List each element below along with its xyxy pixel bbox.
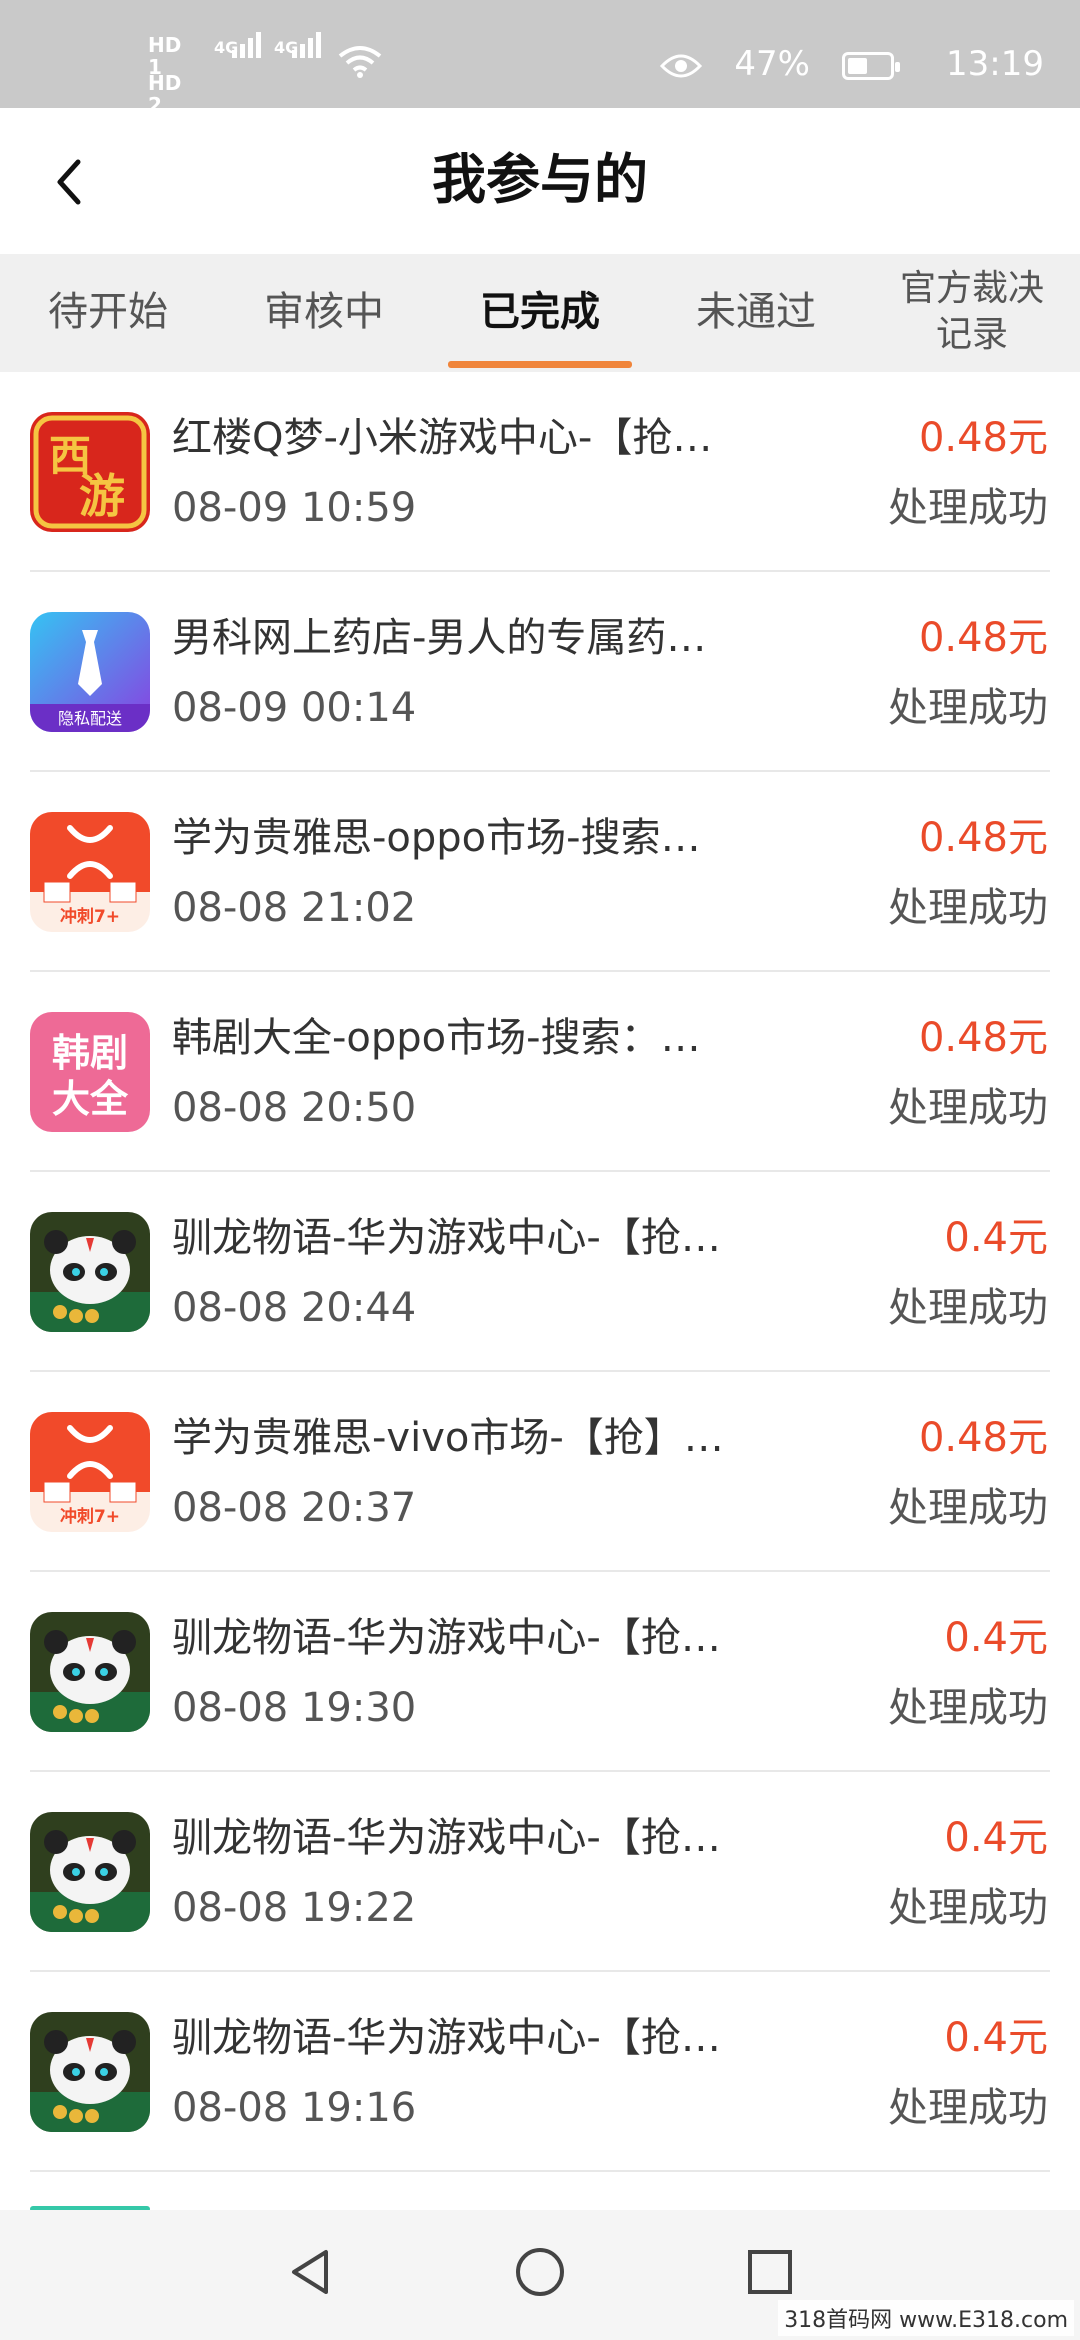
record-status: 处理成功	[888, 685, 1048, 731]
record-title: 红楼Q梦-小米游戏中心-【抢…	[172, 415, 713, 461]
svg-text:游: 游	[79, 469, 125, 523]
svg-text:韩剧: 韩剧	[52, 1031, 128, 1075]
record-amount: 0.4元	[944, 1615, 1048, 1661]
svg-text:隐私配送: 隐私配送	[58, 709, 122, 728]
tab-label: 官方裁决 记录	[899, 268, 1044, 355]
record-amount: 0.4元	[944, 1215, 1048, 1261]
wifi-icon	[338, 46, 382, 78]
record-status: 处理成功	[888, 2085, 1048, 2131]
row-divider	[30, 2170, 1050, 2172]
record-status: 处理成功	[888, 1485, 1048, 1531]
record-row[interactable]: 冲刺7+ 学为贵雅思-vivo市场-【抢】… 08-08 20:37 0.48元处理成…	[0, 1372, 1080, 1572]
record-row[interactable]: 驯龙物语-华为游戏中心-【抢… 08-08 19:22 0.4元处理成功	[0, 1772, 1080, 1972]
battery-icon	[842, 52, 900, 80]
xuewei-app-icon: 冲刺7+	[30, 1412, 150, 1532]
battery-percent: 47%	[734, 44, 810, 84]
record-row[interactable]: 隐私配送 男科网上药店-男人的专属药… 08-09 00:14 0.48元处理成功	[0, 572, 1080, 772]
xunlong-app-icon	[30, 1612, 150, 1732]
home-circle-icon[interactable]	[490, 2222, 590, 2322]
record-row[interactable]: 驯龙物语-华为游戏中心-【抢… 08-08 20:44 0.4元处理成功	[0, 1172, 1080, 1372]
record-amount: 0.48元	[918, 1015, 1048, 1061]
xunlong-app-icon	[30, 1812, 150, 1932]
record-title: 学为贵雅思-oppo市场-搜索…	[172, 815, 701, 861]
record-row[interactable]: 驯龙物语-华为游戏中心-【抢… 08-08 19:30 0.4元处理成功	[0, 1572, 1080, 1772]
record-status: 处理成功	[888, 1085, 1048, 1131]
record-time: 08-08 19:22	[172, 1885, 417, 1931]
tab-label: 审核中	[264, 289, 384, 335]
record-time: 08-08 19:16	[172, 2085, 417, 2131]
svg-text:冲刺7+: 冲刺7+	[60, 1506, 120, 1527]
app-header: 我参与的	[0, 108, 1080, 254]
tab-3[interactable]: 未通过	[648, 254, 864, 372]
active-tab-indicator	[448, 361, 632, 368]
record-time: 08-08 20:37	[172, 1485, 417, 1531]
nanke-app-icon: 隐私配送	[30, 612, 150, 732]
record-time: 08-08 20:44	[172, 1285, 417, 1331]
eye-icon	[660, 54, 702, 78]
tab-2[interactable]: 已完成	[432, 254, 648, 372]
record-title: 驯龙物语-华为游戏中心-【抢…	[172, 1215, 721, 1261]
record-amount: 0.4元	[944, 2015, 1048, 2061]
record-row[interactable]: 冲刺7+ 学为贵雅思-oppo市场-搜索… 08-08 21:02 0.48元处理成功	[0, 772, 1080, 972]
watermark: 318首码网 www.E318.com	[778, 2300, 1074, 2336]
record-row[interactable]: 西游红楼Q梦-小米游戏中心-【抢… 08-09 10:59 0.48元处理成功	[0, 372, 1080, 572]
record-status: 处理成功	[888, 485, 1048, 531]
record-time: 08-08 19:30	[172, 1685, 417, 1731]
tab-label: 未通过	[696, 289, 816, 335]
xiyou-app-icon: 西游	[30, 412, 150, 532]
record-amount: 0.4元	[944, 1815, 1048, 1861]
record-time: 08-08 20:50	[172, 1085, 417, 1131]
status-bar: HD 1 HD 2 4G 4G 47% 13:19	[0, 0, 1080, 116]
record-amount: 0.48元	[918, 1415, 1048, 1461]
record-row[interactable]: 驯龙物语-华为游戏中心-【抢… 08-08 19:16 0.4元处理成功	[0, 1972, 1080, 2172]
xuewei-app-icon: 冲刺7+	[30, 812, 150, 932]
record-row[interactable]: 韩剧 大全 韩剧大全-oppo市场-搜索：… 08-08 20:50 0.48元处理成功	[0, 972, 1080, 1172]
record-status: 处理成功	[888, 1285, 1048, 1331]
record-title: 驯龙物语-华为游戏中心-【抢…	[172, 1615, 721, 1661]
record-status: 处理成功	[888, 1685, 1048, 1731]
tab-0[interactable]: 待开始	[0, 254, 216, 372]
record-title: 学为贵雅思-vivo市场-【抢】…	[172, 1415, 724, 1461]
hanju-app-icon: 韩剧 大全	[30, 1012, 150, 1132]
record-amount: 0.48元	[918, 815, 1048, 861]
tab-label: 已完成	[480, 289, 600, 335]
xunlong-app-icon	[30, 2012, 150, 2132]
battery-fill	[848, 58, 867, 74]
tab-label: 待开始	[48, 289, 168, 335]
record-time: 08-09 00:14	[172, 685, 417, 731]
record-amount: 0.48元	[918, 415, 1048, 461]
record-title: 驯龙物语-华为游戏中心-【抢…	[172, 1815, 721, 1861]
svg-text:冲刺7+: 冲刺7+	[60, 906, 120, 927]
system-nav-bar: 318首码网 www.E318.com	[0, 2210, 1080, 2340]
back-triangle-icon[interactable]	[260, 2222, 360, 2322]
record-status: 处理成功	[888, 1885, 1048, 1931]
tab-4[interactable]: 官方裁决 记录	[864, 254, 1080, 372]
tab-1[interactable]: 审核中	[216, 254, 432, 372]
clock: 13:19	[946, 44, 1044, 84]
xunlong-app-icon	[30, 1212, 150, 1332]
record-time: 08-09 10:59	[172, 485, 417, 531]
record-title: 韩剧大全-oppo市场-搜索：…	[172, 1015, 701, 1061]
tab-bar: 待开始 审核中 已完成 未通过 官方裁决 记录	[0, 254, 1080, 372]
svg-text:大全: 大全	[52, 1077, 129, 1121]
record-time: 08-08 21:02	[172, 885, 417, 931]
record-amount: 0.48元	[918, 615, 1048, 661]
page-title: 我参与的	[432, 148, 648, 211]
record-title: 驯龙物语-华为游戏中心-【抢…	[172, 2015, 721, 2061]
record-title: 男科网上药店-男人的专属药…	[172, 615, 707, 661]
record-status: 处理成功	[888, 885, 1048, 931]
